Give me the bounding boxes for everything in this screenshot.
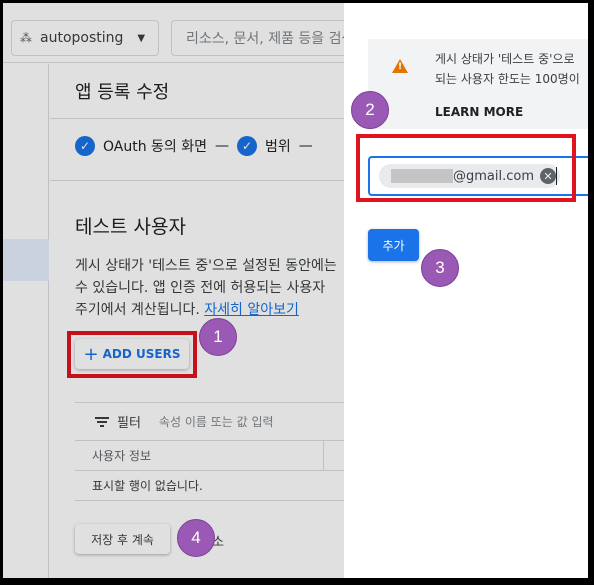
step-badge-4: 4 — [177, 519, 215, 557]
desc-line: 수 있습니다. 앱 인증 전에 허용되는 사용자 — [75, 280, 326, 296]
main-content: 앱 등록 수정 ✓ OAuth 동의 화면 — ✓ 범위 — 테스트 사용자 게… — [50, 64, 344, 578]
screenshot-frame: ⁂ autoposting ▼ 리소스, 문서, 제품 등을 검색 앱 등록 수… — [3, 3, 588, 578]
chevron-down-icon: ▼ — [137, 32, 146, 44]
column-divider — [323, 441, 324, 471]
filter-label: 필터 — [117, 416, 141, 431]
learn-more-button[interactable]: LEARN MORE — [435, 105, 523, 119]
divider — [50, 180, 344, 181]
save-continue-button[interactable]: 저장 후 계속 — [75, 524, 170, 554]
warning-mark: ! — [397, 62, 403, 72]
empty-text: 표시할 행이 없습니다. — [92, 479, 203, 493]
column-user-info: 사용자 정보 — [92, 449, 152, 463]
step-separator: — — [298, 138, 313, 154]
step-separator: — — [215, 138, 230, 154]
step-badge-1: 1 — [199, 318, 237, 356]
divider — [75, 402, 344, 403]
search-placeholder: 리소스, 문서, 제품 등을 검색 — [186, 31, 355, 47]
filter-bar[interactable]: 필터 속성 이름 또는 값 입력 — [95, 412, 274, 431]
project-selector[interactable]: ⁂ autoposting ▼ — [11, 20, 159, 56]
desc-line: 게시 상태가 '테스트 중'으로 설정된 동안에는 — [75, 258, 337, 274]
top-bar: ⁂ autoposting ▼ 리소스, 문서, 제품 등을 검색 — [3, 3, 361, 63]
search-input[interactable]: 리소스, 문서, 제품 등을 검색 — [171, 20, 361, 56]
filter-icon — [95, 416, 109, 427]
check-icon: ✓ — [237, 136, 258, 156]
check-icon: ✓ — [75, 136, 95, 156]
add-users-panel: ! 게시 상태가 '테스트 중'으로 되는 사용자 한도는 100명이 LEAR… — [344, 3, 588, 578]
section-description: 게시 상태가 '테스트 중'으로 설정된 동안에는 수 있습니다. 앱 인증 전… — [75, 255, 344, 321]
desc-line: 주기에서 계산됩니다. 자세히 알아보기 — [75, 299, 344, 321]
step-oauth-consent[interactable]: OAuth 동의 화면 — [103, 136, 207, 156]
table-header: 사용자 정보 — [75, 440, 344, 471]
save-label: 저장 후 계속 — [91, 532, 154, 547]
notice-line: 게시 상태가 '테스트 중'으로 — [435, 52, 575, 66]
highlight-box — [356, 134, 576, 202]
step-badge-2: 2 — [351, 91, 389, 129]
warning-notice: ! 게시 상태가 '테스트 중'으로 되는 사용자 한도는 100명이 LEAR… — [368, 39, 588, 129]
project-name: autoposting — [40, 30, 124, 46]
desc-line-text: 주기에서 계산됩니다. — [75, 302, 200, 318]
left-nav — [3, 64, 49, 578]
highlight-box — [67, 331, 197, 378]
notice-line: 되는 사용자 한도는 100명이 — [435, 72, 580, 86]
step-badge-3: 3 — [421, 249, 459, 287]
section-title: 테스트 사용자 — [75, 216, 186, 238]
table-empty-row: 표시할 행이 없습니다. — [75, 471, 344, 501]
nav-selected-item[interactable] — [3, 239, 49, 281]
add-button[interactable]: 추가 — [368, 229, 419, 261]
divider — [50, 118, 344, 119]
page-title: 앱 등록 수정 — [75, 82, 170, 103]
learn-more-link[interactable]: 자세히 알아보기 — [204, 302, 299, 318]
project-icon: ⁂ — [20, 31, 32, 45]
background-page: ⁂ autoposting ▼ 리소스, 문서, 제품 등을 검색 앱 등록 수… — [3, 3, 361, 578]
notice-text: 게시 상태가 '테스트 중'으로 되는 사용자 한도는 100명이 — [435, 49, 580, 89]
stepper: ✓ OAuth 동의 화면 — ✓ 범위 — — [75, 136, 313, 156]
add-button-label: 추가 — [382, 238, 405, 253]
filter-placeholder: 속성 이름 또는 값 입력 — [158, 415, 274, 429]
step-scopes[interactable]: 범위 — [265, 136, 291, 156]
